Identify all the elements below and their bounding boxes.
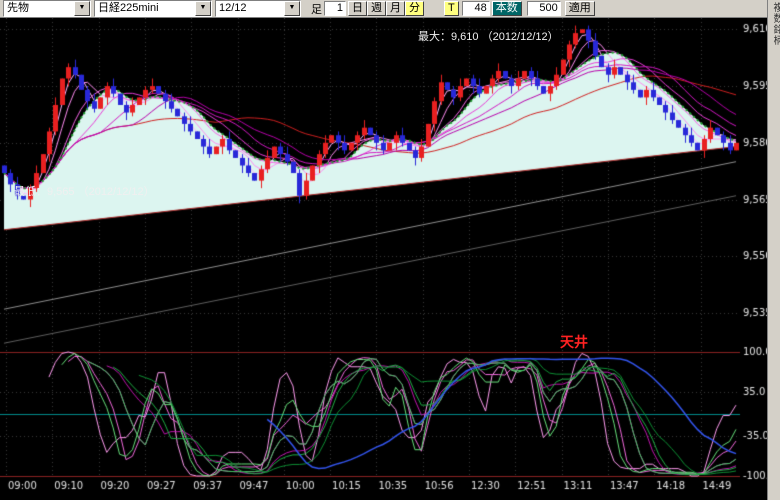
bar-type-label: 足 bbox=[311, 1, 322, 17]
interval-input[interactable]: 1 bbox=[324, 1, 346, 16]
period-minute-button[interactable]: 分 bbox=[405, 1, 424, 16]
chart-area: 最大：9,610 （2012/12/12） 最低：9,565 （2012/12/… bbox=[0, 18, 767, 500]
bar-count-input[interactable]: 500 bbox=[527, 1, 561, 16]
toolbar: 先物 ▼ 日経225mini ▼ 12/12 ▼ 足 1 日 週 月 分 T 4… bbox=[0, 0, 767, 18]
apply-button[interactable]: 適用 bbox=[565, 1, 595, 16]
date-value: 12/12 bbox=[216, 1, 284, 16]
tick-count-input[interactable]: 48 bbox=[462, 1, 490, 16]
instrument-type-value: 先物 bbox=[4, 1, 74, 16]
date-select[interactable]: 12/12 ▼ bbox=[215, 0, 301, 17]
chevron-down-icon[interactable]: ▼ bbox=[74, 1, 90, 16]
period-day-button[interactable]: 日 bbox=[348, 1, 367, 16]
chart-app: 先物 ▼ 日経225mini ▼ 12/12 ▼ 足 1 日 週 月 分 T 4… bbox=[0, 0, 780, 500]
instrument-type-select[interactable]: 先物 ▼ bbox=[3, 0, 91, 17]
symbol-select[interactable]: 日経225mini ▼ bbox=[94, 0, 212, 17]
tick-mode-button[interactable]: T bbox=[444, 1, 459, 16]
chart-canvas[interactable] bbox=[0, 18, 767, 500]
side-tab-strip[interactable]: 複数銘柄 bbox=[767, 0, 780, 500]
chevron-down-icon[interactable]: ▼ bbox=[284, 1, 300, 16]
symbol-value: 日経225mini bbox=[95, 1, 195, 16]
period-week-button[interactable]: 週 bbox=[367, 1, 386, 16]
side-tab-label: 複数銘柄 bbox=[769, 2, 780, 46]
chevron-down-icon[interactable]: ▼ bbox=[195, 1, 211, 16]
bar-count-button[interactable]: 本数 bbox=[492, 1, 522, 16]
period-month-button[interactable]: 月 bbox=[386, 1, 405, 16]
